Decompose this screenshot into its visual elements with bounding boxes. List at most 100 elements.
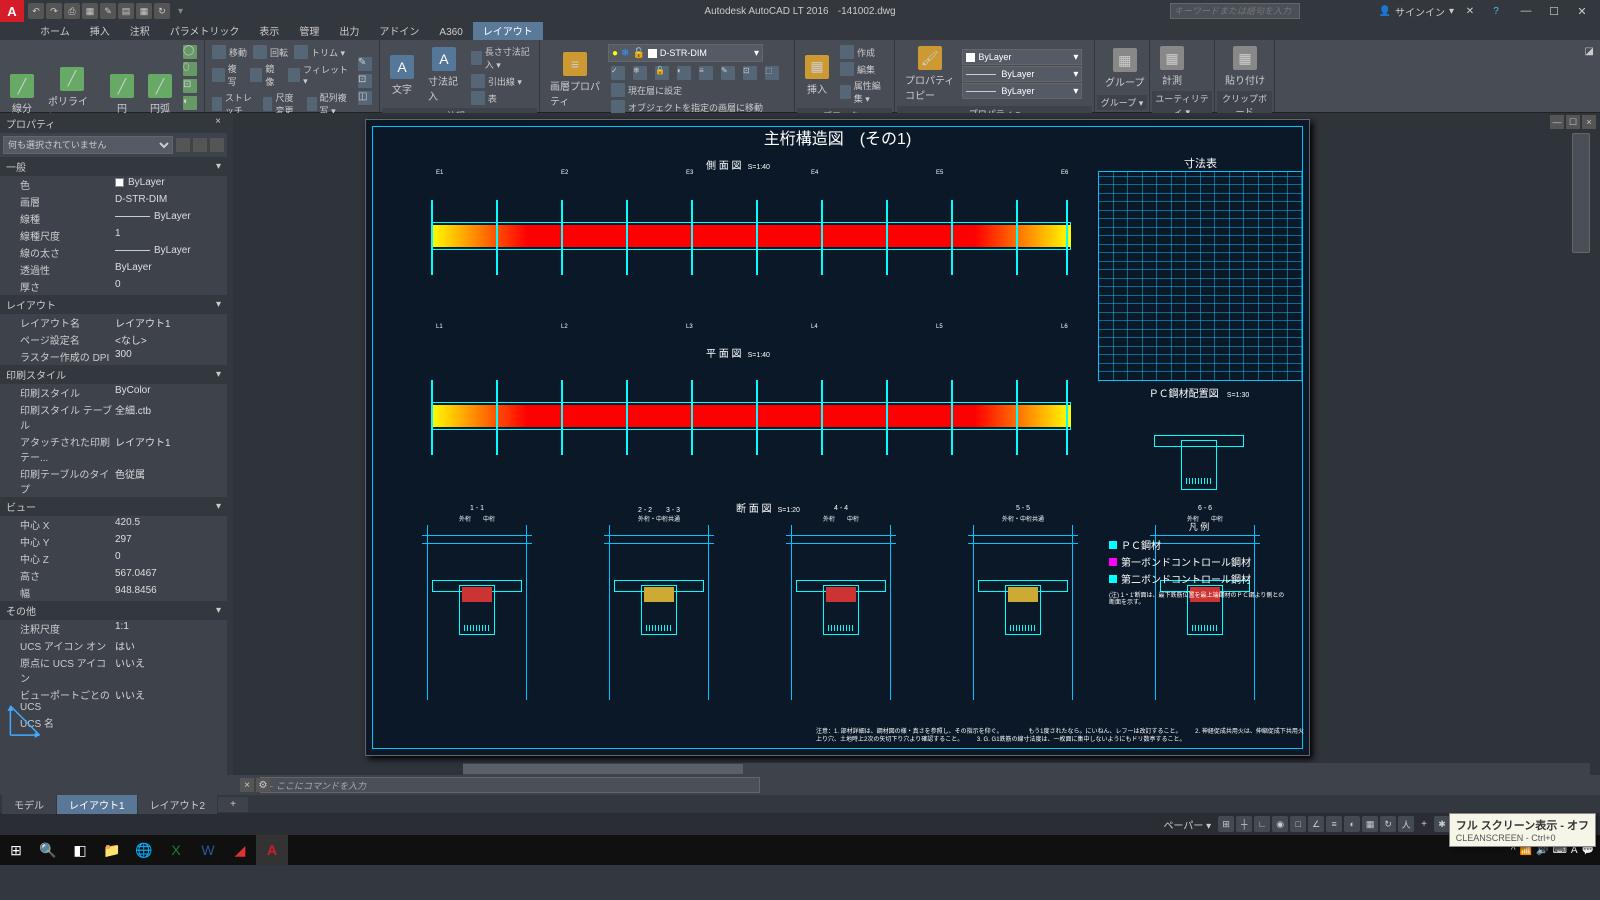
palette-close-icon[interactable]: × [215, 116, 221, 130]
modify-トリム ▾[interactable]: トリム ▾ [291, 44, 348, 60]
sb-annoscale-icon[interactable]: 人 [1398, 816, 1414, 832]
chrome-icon[interactable]: 🌐 [128, 835, 160, 865]
block-編集[interactable]: 編集 [837, 61, 890, 77]
sb-ortho-icon[interactable]: ∟ [1254, 816, 1270, 832]
anno-長さ寸法記入 ▾[interactable]: 長さ寸法記入 ▾ [468, 44, 535, 72]
ribbon-tab-1[interactable]: 挿入 [80, 21, 120, 40]
prop-row-高さ[interactable]: 高さ567.0467 [0, 567, 227, 584]
layer-tool[interactable]: 🔓 [652, 65, 672, 81]
vp-close-icon[interactable]: × [1582, 115, 1596, 129]
draw-tool[interactable]: ⊡ [180, 78, 200, 94]
qat-button-0[interactable]: ↶ [28, 3, 44, 19]
qat-button-7[interactable]: ↻ [154, 3, 170, 19]
match-properties-button[interactable]: 🖌プロパティ コピー [899, 44, 960, 104]
modify-回転[interactable]: 回転 [250, 44, 291, 60]
sb-lineweight-icon[interactable]: ≡ [1326, 816, 1342, 832]
cmd-options-icon[interactable]: ⚙ [256, 778, 270, 792]
prop-row-UCS アイコン オン[interactable]: UCS アイコン オンはい [0, 637, 227, 654]
qat-button-4[interactable]: ✎ [100, 3, 116, 19]
modify-鏡像[interactable]: 鏡像 [247, 61, 285, 89]
navigation-bar[interactable] [1572, 133, 1590, 253]
excel-icon[interactable]: X [160, 835, 192, 865]
command-input[interactable]: ▸· ここにコマンドを入力 [260, 777, 760, 793]
layer-tool[interactable]: ⬚ [762, 65, 782, 81]
drawing-canvas[interactable]: — ☐ × 主桁構造図 (その1) 寸法表 側 面 図S=1:40 L1 [233, 113, 1600, 775]
qat-button-6[interactable]: ▦ [136, 3, 152, 19]
toggle-pickadd-icon[interactable] [210, 138, 224, 152]
cmd-close-icon[interactable]: × [240, 778, 254, 792]
modify-tool[interactable]: ⊡ [355, 73, 375, 89]
ribbon-tab-7[interactable]: アドイン [369, 21, 429, 40]
select-objects-icon[interactable] [193, 138, 207, 152]
prop-row-印刷スタイル テーブル[interactable]: 印刷スタイル テーブル全細.ctb [0, 401, 227, 433]
prop-row-レイアウト名[interactable]: レイアウト名レイアウト1 [0, 314, 227, 331]
anno-表[interactable]: 表 [468, 90, 535, 106]
prop-row-厚さ[interactable]: 厚さ0 [0, 278, 227, 295]
prop-row-印刷テーブルのタイプ[interactable]: 印刷テーブルのタイプ色従属 [0, 465, 227, 497]
autocad-taskbar-icon[interactable]: A [256, 835, 288, 865]
layer-tool[interactable]: ◐ [674, 65, 694, 81]
block-insert-button[interactable]: ▦挿入 [799, 44, 835, 106]
taskview-icon[interactable]: ◧ [64, 835, 96, 865]
layer-tool[interactable]: ✎ [718, 65, 738, 81]
modify-移動[interactable]: 移動 [209, 44, 250, 60]
start-button[interactable]: ⊞ [0, 835, 32, 865]
sb-transparency-icon[interactable]: ◐ [1344, 816, 1360, 832]
paperspace-toggle[interactable]: ペーパー ▾ [1158, 817, 1216, 832]
util-button[interactable]: ▦計測 [1154, 44, 1190, 89]
modify-tool[interactable]: ✎ [355, 56, 375, 72]
ribbon-collapse[interactable]: ◪ [1275, 40, 1600, 112]
ribbon-tab-2[interactable]: 注釈 [120, 21, 160, 40]
prop-row-線種[interactable]: 線種ByLayer [0, 210, 227, 227]
prop-row-中心 X[interactable]: 中心 X420.5 [0, 516, 227, 533]
prop-group-レイアウト[interactable]: レイアウト▾ [0, 295, 227, 314]
sb-scale-add[interactable]: + [1416, 819, 1432, 830]
explorer-icon[interactable]: 📁 [96, 835, 128, 865]
ribbon-tab-4[interactable]: 表示 [249, 21, 289, 40]
prop-row-印刷スタイル[interactable]: 印刷スタイルByColor [0, 384, 227, 401]
sb-polar-icon[interactable]: ◉ [1272, 816, 1288, 832]
signin-button[interactable]: 👤 サインイン ▾ [1379, 4, 1454, 19]
ribbon-tab-8[interactable]: A360 [429, 25, 472, 40]
prop-dropdown-0[interactable]: ByLayer▾ [962, 49, 1082, 65]
layer-tool[interactable]: ✓ [608, 65, 628, 81]
sb-snap-icon[interactable]: ┼ [1236, 816, 1252, 832]
layer-現在層に設定[interactable]: 現在層に設定 [608, 82, 790, 98]
ribbon-tab-6[interactable]: 出力 [329, 21, 369, 40]
h-scrollbar[interactable] [463, 763, 1590, 775]
vp-maximize-icon[interactable]: ☐ [1566, 115, 1580, 129]
vp-minimize-icon[interactable]: — [1550, 115, 1564, 129]
app-logo[interactable]: A [0, 0, 24, 22]
modify-tool[interactable]: ◫ [355, 90, 375, 106]
ribbon-tab-0[interactable]: ホーム [30, 21, 80, 40]
selection-dropdown[interactable]: 何も選択されていません [3, 136, 173, 154]
help-icon[interactable]: ? [1486, 6, 1506, 17]
quick-select-icon[interactable] [176, 138, 190, 152]
paper-layout[interactable]: 主桁構造図 (その1) 寸法表 側 面 図S=1:40 L1L2L3L4L5L6… [365, 119, 1310, 756]
layer-tool[interactable]: ❄ [630, 65, 650, 81]
draw-tool[interactable]: ⬯ [180, 61, 200, 77]
qat-button-2[interactable]: ⎙ [64, 3, 80, 19]
prop-row-線種尺度[interactable]: 線種尺度1 [0, 227, 227, 244]
exchange-icon[interactable]: ✕ [1460, 6, 1480, 17]
sb-cycling-icon[interactable]: ↻ [1380, 816, 1396, 832]
sb-qp-icon[interactable]: ▦ [1362, 816, 1378, 832]
block-作成[interactable]: 作成 [837, 44, 890, 60]
prop-row-ページ設定名[interactable]: ページ設定名<なし> [0, 331, 227, 348]
prop-row-幅[interactable]: 幅948.8456 [0, 584, 227, 601]
group-button[interactable]: ▦グループ [1099, 44, 1150, 93]
modify-複写[interactable]: 複写 [209, 61, 247, 89]
layout-tab-レイアウト1[interactable]: レイアウト1 [57, 795, 137, 814]
prop-row-注釈尺度[interactable]: 注釈尺度1:1 [0, 620, 227, 637]
ribbon-tab-5[interactable]: 管理 [289, 21, 329, 40]
prop-group-その他[interactable]: その他▾ [0, 601, 227, 620]
clip-button[interactable]: ▦貼り付け [1219, 44, 1271, 89]
prop-group-ビュー[interactable]: ビュー▾ [0, 497, 227, 516]
prop-row-原点に UCS アイコン[interactable]: 原点に UCS アイコンいいえ [0, 654, 227, 686]
help-search-input[interactable] [1170, 3, 1300, 19]
ribbon-tab-3[interactable]: パラメトリック [160, 21, 250, 40]
draw-tool[interactable]: ◐ [180, 95, 200, 111]
layout-tab-レイアウト2[interactable]: レイアウト2 [138, 795, 218, 814]
layout-tab-モデル[interactable]: モデル [2, 795, 56, 814]
qat-button-1[interactable]: ↷ [46, 3, 62, 19]
